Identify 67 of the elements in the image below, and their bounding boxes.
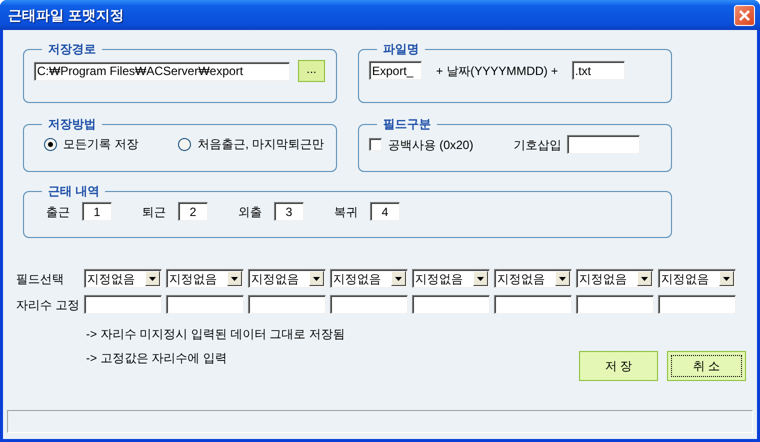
width-field[interactable] xyxy=(84,295,162,314)
prefix-field[interactable]: Export_ xyxy=(369,61,422,80)
close-button[interactable] xyxy=(734,4,755,26)
field-dropdown[interactable]: 지정없음 xyxy=(330,269,408,288)
field-dropdown[interactable]: 지정없음 xyxy=(166,269,244,288)
caret-icon xyxy=(641,276,648,280)
code-field[interactable]: 1 xyxy=(82,202,112,221)
group-title: 저장방법 xyxy=(47,117,97,131)
attendance-label: 출근 xyxy=(46,204,70,220)
field-dropdown[interactable]: 지정없음 xyxy=(576,269,654,288)
dropdown-button[interactable] xyxy=(309,271,324,286)
checkbox-option[interactable]: 공백사용 (0x20) xyxy=(369,136,474,154)
field-dropdown[interactable]: 지정없음 xyxy=(412,269,490,288)
dropdown-button[interactable] xyxy=(227,271,242,286)
radio-button[interactable] xyxy=(178,138,192,150)
caret-icon xyxy=(477,276,484,280)
attendance-label: 퇴근 xyxy=(142,204,166,220)
note-text: -> 고정값은 자리수에 입력 xyxy=(86,351,228,366)
symbol-label: 기호삽입 xyxy=(513,136,562,154)
dialog-button[interactable]: 취 소 xyxy=(667,351,746,381)
attendance-label: 외출 xyxy=(238,204,262,220)
width-field[interactable] xyxy=(412,295,490,314)
width-field[interactable] xyxy=(166,295,244,314)
radio-button[interactable] xyxy=(44,138,57,150)
browse-button[interactable]: ... xyxy=(298,60,325,82)
caret-icon xyxy=(395,276,402,280)
group-title: 파일명 xyxy=(382,42,420,56)
dropdown-button[interactable] xyxy=(145,271,160,286)
close-icon xyxy=(739,10,750,20)
caret-icon xyxy=(313,276,320,280)
checkbox[interactable] xyxy=(369,138,382,151)
width-field[interactable] xyxy=(330,295,408,314)
width-field[interactable] xyxy=(576,295,654,314)
dropdown-button[interactable] xyxy=(473,271,488,286)
dropdown-button[interactable] xyxy=(555,271,570,286)
group-title: 근태 내역 xyxy=(47,184,100,198)
extension-field[interactable]: .txt xyxy=(572,61,626,80)
caret-icon xyxy=(723,276,730,280)
date-label: + 날짜(YYYYMMDD) + xyxy=(436,62,558,80)
symbol-field[interactable] xyxy=(567,135,640,154)
field-dropdown[interactable]: 지정없음 xyxy=(248,269,326,288)
field-dropdown[interactable]: 지정없음 xyxy=(658,269,736,288)
caret-icon xyxy=(559,276,566,280)
radio-option[interactable]: 모든기록 저장 xyxy=(44,135,138,153)
group-title: 저장경로 xyxy=(47,42,97,56)
caret-icon xyxy=(149,276,156,280)
note-text: -> 자리수 미지정시 입력된 데이터 그대로 저장됨 xyxy=(86,327,346,342)
field-dropdown[interactable]: 지정없음 xyxy=(494,269,572,288)
dropdown-button[interactable] xyxy=(637,271,652,286)
window-title: 근태파일 포맷지정 xyxy=(8,6,124,24)
code-field[interactable]: 4 xyxy=(370,202,400,221)
fixed-width-label: 자리수 고정 xyxy=(16,296,80,314)
width-field[interactable] xyxy=(248,295,326,314)
code-field[interactable]: 2 xyxy=(178,202,208,221)
path-field[interactable]: C:₩Program Files₩ACServer₩export xyxy=(34,62,290,80)
dropdown-button[interactable] xyxy=(391,271,406,286)
caret-icon xyxy=(231,276,238,280)
radio-option[interactable]: 처음출근, 마지막퇴근만 xyxy=(178,135,324,153)
attendance-label: 복귀 xyxy=(334,204,358,220)
group-title: 필드구분 xyxy=(382,117,432,131)
width-field[interactable] xyxy=(658,295,736,314)
field-dropdown[interactable]: 지정없음 xyxy=(84,269,162,288)
code-field[interactable]: 3 xyxy=(274,202,304,221)
width-field[interactable] xyxy=(494,295,572,314)
dropdown-button[interactable] xyxy=(719,271,734,286)
dialog-button[interactable]: 저 장 xyxy=(579,351,658,381)
field-select-label: 필드선택 xyxy=(16,270,65,288)
